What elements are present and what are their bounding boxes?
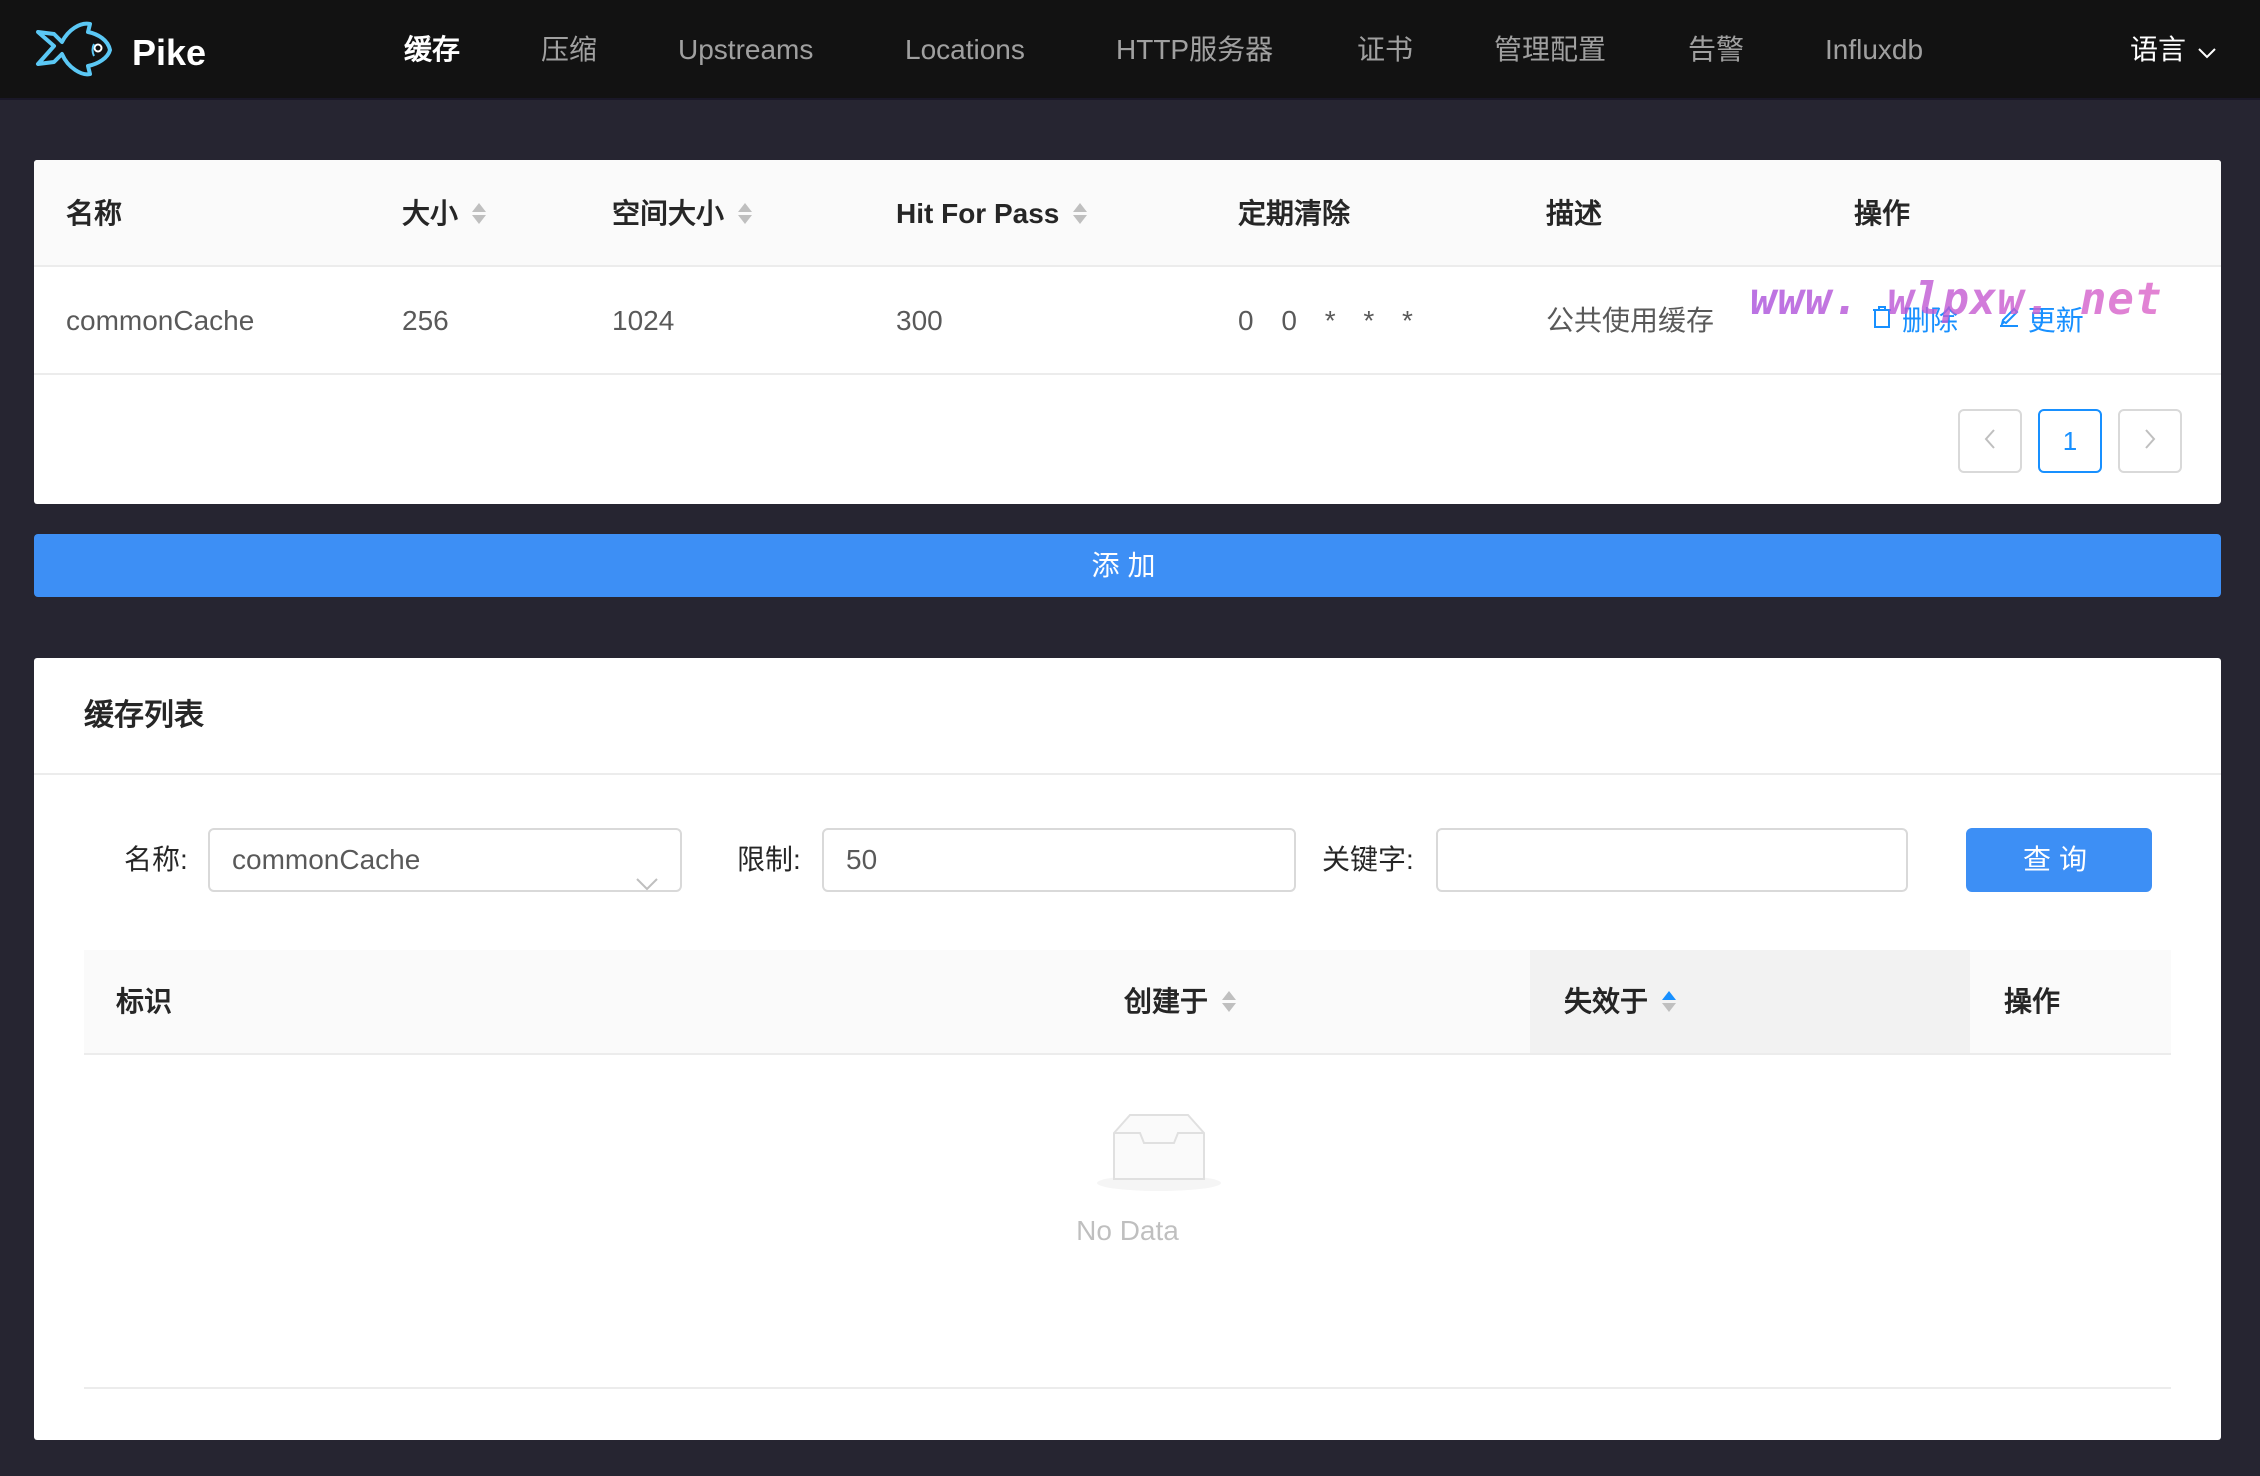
keyword-input[interactable]: [1436, 828, 1908, 892]
nav-item-locations[interactable]: Locations: [905, 0, 1025, 100]
limit-label: 限制:: [737, 844, 801, 875]
column-header-space-size[interactable]: 空间大小: [612, 160, 753, 267]
cell-space-size: 1024: [612, 305, 675, 336]
fish-icon: [32, 18, 116, 87]
delete-button[interactable]: 删除: [1870, 267, 1958, 375]
chevron-left-icon: [1982, 426, 1998, 457]
language-dropdown[interactable]: 语言: [2130, 0, 2216, 100]
divider: [34, 773, 2221, 775]
trash-icon: [1870, 267, 1894, 375]
cache-list-table-header: 标识 创建于 失效于 操作: [84, 950, 2171, 1055]
app-name: Pike: [132, 31, 207, 73]
cell-hit-for-pass: 300: [896, 305, 943, 336]
chevron-right-icon: [2142, 426, 2158, 457]
edit-icon: [1996, 267, 2020, 375]
pagination-next[interactable]: [2118, 409, 2182, 473]
language-label: 语言: [2129, 34, 2186, 65]
column-header-expired-at[interactable]: 失效于: [1564, 950, 1677, 1053]
nav-item-influxdb[interactable]: Influxdb: [1825, 0, 1923, 100]
card-title: 缓存列表: [84, 699, 204, 732]
column-header-key: 标识: [116, 986, 173, 1017]
cell-size: 256: [402, 305, 449, 336]
column-header-actions: 操作: [1854, 198, 1911, 229]
cell-description: 公共使用缓存: [1546, 305, 1715, 336]
nav-item-alarm[interactable]: 告警: [1688, 0, 1744, 100]
column-header-hit-for-pass[interactable]: Hit For Pass: [896, 160, 1088, 267]
add-button[interactable]: 添加: [34, 534, 2221, 597]
cell-actions: 删除 更新: [1870, 267, 2084, 375]
column-header-purge: 定期清除: [1238, 198, 1351, 229]
nav-item-admin-config[interactable]: 管理配置: [1494, 0, 1606, 100]
pagination-prev[interactable]: [1958, 409, 2022, 473]
cell-name: commonCache: [66, 305, 255, 336]
cache-list-card: 缓存列表 名称: commonCache 限制: 50 关键字: 查询 标识 创…: [34, 658, 2221, 1440]
column-header-description: 描述: [1546, 198, 1603, 229]
top-navbar: Pike 缓存 压缩 Upstreams Locations HTTP服务器 证…: [0, 0, 2260, 100]
cell-purge-schedule: 0 0 * * *: [1238, 305, 1417, 336]
column-header-actions: 操作: [2004, 986, 2061, 1017]
column-header-size[interactable]: 大小: [402, 160, 487, 267]
nav-item-upstreams[interactable]: Upstreams: [678, 0, 813, 100]
nav-item-compress[interactable]: 压缩: [541, 0, 597, 100]
sort-icon[interactable]: [1222, 991, 1237, 1012]
table-row: commonCache 256 1024 300 0 0 * * * 公共使用缓…: [34, 267, 2221, 375]
nav-item-certificate[interactable]: 证书: [1357, 0, 1413, 100]
app-logo[interactable]: Pike: [32, 18, 206, 87]
name-select[interactable]: commonCache: [208, 828, 682, 892]
name-filter-label: 名称:: [124, 844, 188, 875]
sort-ascend-icon[interactable]: [1662, 991, 1677, 1012]
table-header: 名称 大小 空间大小 Hit For Pass 定期清除 描述 操作: [34, 160, 2221, 267]
query-button[interactable]: 查询: [1966, 828, 2152, 892]
inbox-empty-icon: [1094, 1105, 1224, 1195]
limit-input[interactable]: 50: [822, 828, 1296, 892]
nav-item-cache[interactable]: 缓存: [404, 0, 460, 100]
sort-icon[interactable]: [1073, 203, 1088, 224]
cache-config-card: 名称 大小 空间大小 Hit For Pass 定期清除 描述 操作 commo…: [34, 160, 2221, 504]
chevron-down-icon: [636, 852, 658, 891]
keyword-label: 关键字:: [1322, 844, 1414, 875]
update-button[interactable]: 更新: [1996, 267, 2084, 375]
column-header-created-at[interactable]: 创建于: [1124, 950, 1237, 1053]
empty-text: No Data: [1076, 1215, 1179, 1246]
sort-icon[interactable]: [738, 203, 753, 224]
pagination-page-1[interactable]: 1: [2038, 409, 2102, 473]
chevron-down-icon: [2198, 0, 2216, 100]
column-header-name: 名称: [66, 198, 123, 229]
sort-icon[interactable]: [472, 203, 487, 224]
nav-item-http-server[interactable]: HTTP服务器: [1116, 0, 1273, 100]
empty-state: No Data: [84, 1055, 2171, 1389]
